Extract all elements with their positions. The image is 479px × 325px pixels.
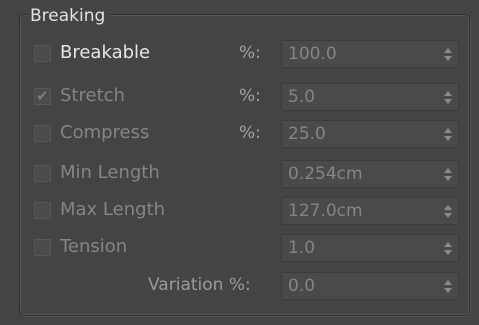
check-icon: ✔ xyxy=(36,87,49,105)
stretch-percent-spinner[interactable]: 5.0 xyxy=(281,83,459,111)
breakable-percent-spinner[interactable]: 100.0 xyxy=(281,40,459,68)
stretch-label[interactable]: Stretch xyxy=(60,84,125,108)
max-length-checkbox[interactable] xyxy=(34,202,51,219)
max-length-row: Max Length 127.0cm xyxy=(0,195,479,225)
breakable-percent-label: %: xyxy=(239,43,261,63)
breakable-percent-value[interactable]: 100.0 xyxy=(288,43,337,65)
variation-spinner[interactable]: 0.0 xyxy=(281,272,459,300)
compress-row: Compress %: 25.0 xyxy=(0,118,479,148)
stretch-checkbox[interactable]: ✔ xyxy=(34,87,51,105)
variation-label: Variation %: xyxy=(148,275,251,295)
breakable-checkbox[interactable] xyxy=(34,45,51,62)
stretch-percent-label: %: xyxy=(239,86,261,106)
min-length-spinner[interactable]: 0.254cm xyxy=(281,160,459,188)
variation-value[interactable]: 0.0 xyxy=(288,275,315,297)
tension-value[interactable]: 1.0 xyxy=(288,237,315,259)
min-length-value[interactable]: 0.254cm xyxy=(288,163,363,185)
spinner-arrows-icon[interactable] xyxy=(443,241,453,256)
spinner-arrows-icon[interactable] xyxy=(443,167,453,182)
stretch-row: ✔ Stretch %: 5.0 xyxy=(0,81,479,111)
stretch-percent-value[interactable]: 5.0 xyxy=(288,86,315,108)
max-length-value[interactable]: 127.0cm xyxy=(288,200,363,222)
variation-row: Variation %: 0.0 xyxy=(0,270,479,300)
min-length-label[interactable]: Min Length xyxy=(60,161,160,185)
spinner-arrows-icon[interactable] xyxy=(443,47,453,62)
breakable-label[interactable]: Breakable xyxy=(60,41,150,65)
min-length-row: Min Length 0.254cm xyxy=(0,158,479,188)
max-length-label[interactable]: Max Length xyxy=(60,198,165,222)
spinner-arrows-icon[interactable] xyxy=(443,279,453,294)
spinner-arrows-icon[interactable] xyxy=(443,204,453,219)
tension-row: Tension 1.0 xyxy=(0,232,479,262)
compress-checkbox[interactable] xyxy=(34,125,51,142)
compress-percent-label: %: xyxy=(239,123,261,143)
group-title: Breaking xyxy=(28,5,111,27)
spinner-arrows-icon[interactable] xyxy=(443,90,453,105)
compress-percent-spinner[interactable]: 25.0 xyxy=(281,120,459,148)
compress-percent-value[interactable]: 25.0 xyxy=(288,123,326,145)
tension-label[interactable]: Tension xyxy=(60,235,127,259)
compress-label[interactable]: Compress xyxy=(60,121,149,145)
breakable-row: Breakable %: 100.0 xyxy=(0,38,479,68)
max-length-spinner[interactable]: 127.0cm xyxy=(281,197,459,225)
tension-spinner[interactable]: 1.0 xyxy=(281,234,459,262)
min-length-checkbox[interactable] xyxy=(34,165,51,182)
spinner-arrows-icon[interactable] xyxy=(443,127,453,142)
tension-checkbox[interactable] xyxy=(34,239,51,256)
